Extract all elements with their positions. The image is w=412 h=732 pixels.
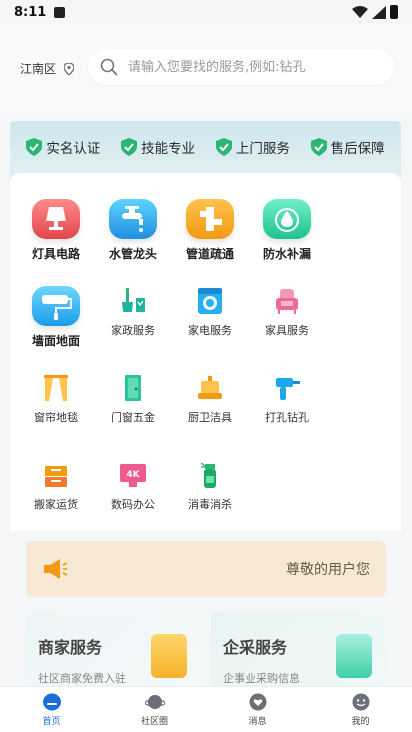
tab-community[interactable]: 社区圈: [103, 687, 206, 732]
pipe-icon: [186, 199, 234, 239]
location-selector[interactable]: 江南区: [20, 60, 75, 77]
tab-label: 消息: [248, 717, 267, 727]
category-curtain[interactable]: 窗帘地毯: [14, 373, 98, 425]
category-digital-office[interactable]: 4K 数码办公: [91, 460, 175, 512]
search-bar[interactable]: [88, 49, 394, 85]
search-input[interactable]: [128, 59, 378, 75]
location-pin-icon: [64, 62, 75, 75]
building-icon: [336, 634, 372, 678]
guarantee-badges: 实名认证 技能专业 上门服务 售后保障: [10, 137, 401, 157]
location-label: 江南区: [20, 62, 57, 76]
badge-onsite: 上门服务: [215, 137, 290, 157]
shield-check-icon: [215, 138, 232, 156]
category-grid: 灯具电路 水管龙头 管道疏通 防水补漏 墙面地面 家政服务 家电服务 家具服务 …: [10, 173, 401, 531]
service-panel: 实名认证 技能专业 上门服务 售后保障 灯具电路 水管龙头 管道疏通 防水补漏 …: [10, 121, 401, 531]
megaphone-icon: [44, 559, 68, 579]
category-drilling[interactable]: 打孔钻孔: [245, 373, 329, 425]
category-label: 厨卫洁具: [188, 411, 232, 424]
category-lamp[interactable]: 灯具电路: [14, 199, 98, 262]
category-disinfection[interactable]: 消毒消杀: [168, 460, 252, 512]
category-pipe[interactable]: 管道疏通: [168, 199, 252, 262]
badge-aftersale: 售后保障: [310, 137, 385, 157]
search-icon: [100, 58, 118, 76]
svg-text:4K: 4K: [126, 470, 140, 480]
store-icon: [151, 634, 187, 678]
home-icon: [42, 693, 61, 711]
badge-verified: 实名认证: [26, 137, 100, 157]
shield-check-icon: [121, 138, 138, 156]
door-icon: [118, 373, 148, 403]
tab-home[interactable]: 首页: [0, 687, 103, 732]
tab-label: 社区圈: [140, 717, 168, 727]
sofa-icon: [272, 286, 302, 316]
tab-label: 我的: [351, 717, 370, 727]
spray-bottle-icon: [195, 460, 225, 490]
battery-icon: [390, 5, 398, 19]
badge-label: 上门服务: [235, 141, 290, 157]
waterdrop-icon: [263, 199, 311, 239]
tab-label: 首页: [42, 717, 61, 727]
paint-roller-icon: [32, 286, 80, 326]
badge-label: 售后保障: [330, 141, 385, 157]
broom-icon: [118, 286, 148, 316]
category-label: 家具服务: [265, 324, 309, 337]
category-kitchen-bath[interactable]: 厨卫洁具: [168, 373, 252, 425]
notice-text: 尊敬的用户您: [286, 562, 370, 578]
category-label: 防水补漏: [262, 247, 311, 261]
clock: 8:11: [14, 4, 47, 20]
lamp-icon: [32, 199, 80, 239]
category-label: 灯具电路: [31, 247, 80, 261]
category-label: 消毒消杀: [188, 498, 232, 511]
category-label: 水管龙头: [108, 247, 157, 261]
category-label: 数码办公: [111, 498, 155, 511]
category-faucet[interactable]: 水管龙头: [91, 199, 175, 262]
category-label: 墙面地面: [31, 334, 80, 348]
tab-messages[interactable]: 消息: [206, 687, 309, 732]
notice-banner[interactable]: 尊敬的用户您: [26, 541, 386, 597]
signal-icon: [372, 5, 386, 19]
category-wall-floor[interactable]: 墙面地面: [14, 286, 98, 349]
message-heart-icon: [249, 693, 266, 711]
category-appliance[interactable]: 家电服务: [168, 286, 252, 338]
wifi-icon: [352, 6, 368, 18]
category-housekeeping[interactable]: 家政服务: [91, 286, 175, 338]
notification-icon: [54, 6, 66, 18]
category-label: 窗帘地毯: [34, 411, 78, 424]
category-moving[interactable]: 搬家运货: [14, 460, 98, 512]
category-label: 管道疏通: [185, 247, 234, 261]
curtain-icon: [41, 373, 71, 403]
category-label: 家政服务: [111, 324, 155, 337]
moving-box-icon: [41, 460, 71, 490]
category-door-hardware[interactable]: 门窗五金: [91, 373, 175, 425]
washing-machine-icon: [195, 286, 225, 316]
shield-check-icon: [26, 138, 43, 156]
status-icons: [352, 5, 398, 19]
category-label: 家电服务: [188, 324, 232, 337]
kitchen-icon: [195, 373, 225, 403]
badge-label: 技能专业: [141, 141, 196, 157]
smiley-icon: [352, 693, 369, 711]
category-waterproof[interactable]: 防水补漏: [245, 199, 329, 262]
tab-profile[interactable]: 我的: [309, 687, 412, 732]
status-bar: 8:11: [0, 0, 412, 24]
merchant-service-card[interactable]: 商家服务 社区商家免费入驻: [26, 612, 201, 690]
4k-screen-icon: 4K: [118, 460, 148, 490]
category-label: 打孔钻孔: [265, 411, 309, 424]
badge-skill: 技能专业: [121, 137, 195, 157]
planet-icon: [144, 695, 165, 709]
bottom-tab-bar: 首页 社区圈 消息 我的: [0, 686, 412, 732]
category-label: 搬家运货: [34, 498, 78, 511]
badge-label: 实名认证: [46, 141, 101, 157]
category-label: 门窗五金: [111, 411, 155, 424]
faucet-icon: [109, 199, 157, 239]
drill-icon: [272, 373, 302, 403]
category-furniture[interactable]: 家具服务: [245, 286, 329, 338]
shield-check-icon: [310, 138, 327, 156]
enterprise-service-card[interactable]: 企采服务 企事业采购信息: [211, 612, 386, 690]
